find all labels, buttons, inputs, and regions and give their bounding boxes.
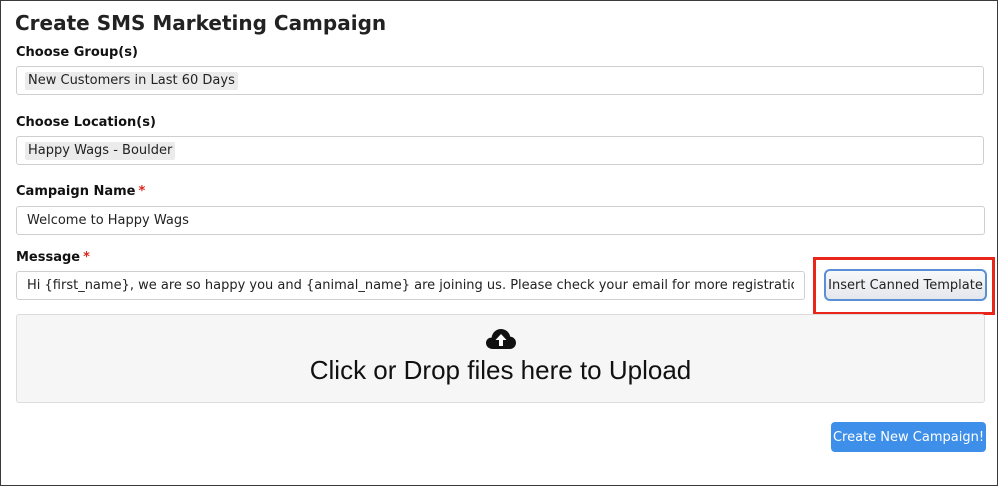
locations-label: Choose Location(s) bbox=[16, 115, 156, 130]
campaign-name-label-text: Campaign Name bbox=[16, 184, 136, 199]
locations-select[interactable]: Happy Wags - Boulder bbox=[16, 136, 984, 165]
groups-selected-chip[interactable]: New Customers in Last 60 Days bbox=[25, 72, 238, 90]
required-marker: * bbox=[138, 184, 146, 199]
page-title: Create SMS Marketing Campaign bbox=[15, 11, 387, 35]
campaign-form-window: Create SMS Marketing Campaign Choose Gro… bbox=[0, 0, 998, 486]
groups-label: Choose Group(s) bbox=[16, 45, 138, 60]
groups-select[interactable]: New Customers in Last 60 Days bbox=[16, 66, 984, 95]
upload-instructions: Click or Drop files here to Upload bbox=[309, 355, 692, 385]
file-upload-dropzone[interactable]: Click or Drop files here to Upload bbox=[16, 314, 985, 403]
locations-selected-chip[interactable]: Happy Wags - Boulder bbox=[25, 142, 176, 160]
message-label: Message * bbox=[16, 250, 90, 265]
required-marker: * bbox=[83, 250, 90, 265]
message-input[interactable] bbox=[16, 271, 805, 300]
campaign-name-input[interactable] bbox=[16, 206, 985, 235]
create-campaign-button[interactable]: Create New Campaign! bbox=[831, 422, 986, 452]
campaign-name-label: Campaign Name * bbox=[16, 184, 145, 199]
insert-canned-template-button[interactable]: Insert Canned Template bbox=[824, 269, 987, 301]
message-label-text: Message bbox=[16, 250, 81, 265]
cloud-upload-icon bbox=[486, 329, 516, 349]
